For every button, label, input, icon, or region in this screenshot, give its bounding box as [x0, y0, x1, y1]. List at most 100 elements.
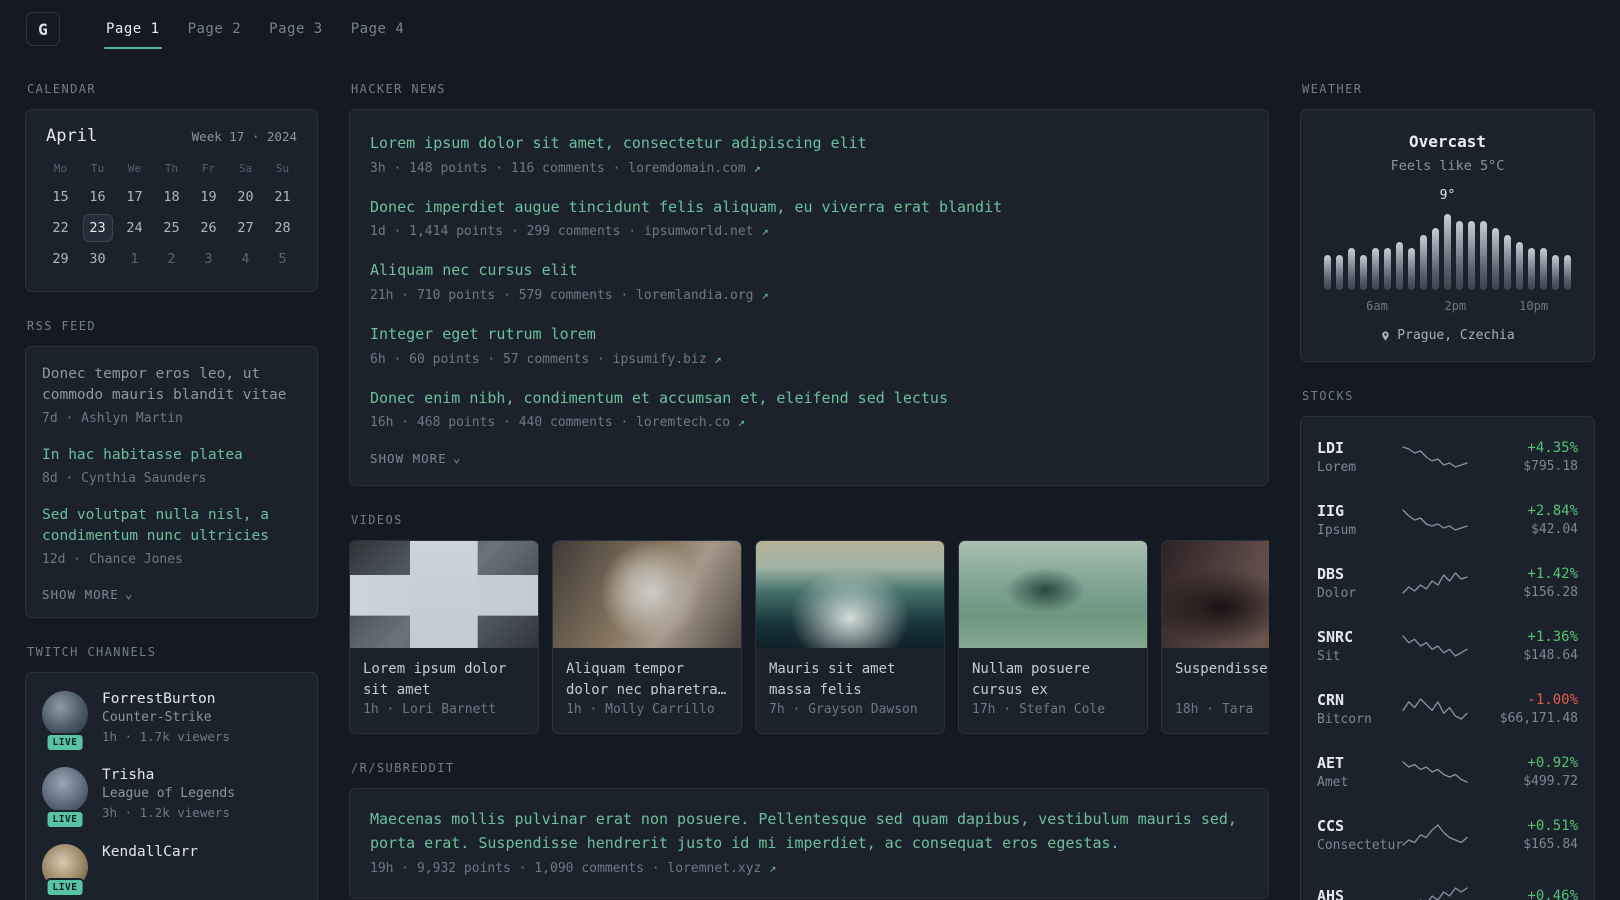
stock-row[interactable]: CRN Bitcorn -1.00% $66,171.48 — [1317, 677, 1578, 740]
subreddit-post-source-link[interactable]: loremnet.xyz ↗ — [667, 861, 776, 876]
stock-row[interactable]: AET Amet +0.92% $499.72 — [1317, 740, 1578, 803]
weather-bar — [1540, 248, 1547, 290]
rss-item-title[interactable]: Sed volutpat nulla nisl, a condimentum n… — [42, 505, 301, 547]
calendar-day: 5 — [278, 251, 287, 267]
video-title[interactable]: Nullam posuere cursus ex — [959, 648, 1147, 695]
subreddit-section: /R/SUBREDDIT Maecenas mollis pulvinar er… — [349, 761, 1269, 899]
video-thumbnail[interactable] — [350, 541, 538, 649]
rss-show-more-button[interactable]: SHOW MORE ⌄ — [42, 587, 301, 602]
stock-row[interactable]: AHS +0.46% — [1317, 866, 1578, 900]
calendar-day: 30 — [89, 251, 106, 267]
stock-row[interactable]: DBS Dolor +1.42% $156.28 — [1317, 551, 1578, 614]
hn-story-meta: 3h · 148 points · 116 comments · — [370, 160, 629, 176]
stock-sparkline — [1402, 885, 1468, 900]
video-title[interactable]: Suspendisse diam — [1162, 648, 1269, 695]
twitch-channel[interactable]: LIVE KendallCarr — [42, 843, 301, 897]
hn-story-title[interactable]: Donec imperdiet augue tincidunt felis al… — [370, 196, 1248, 219]
hn-story-title[interactable]: Aliquam nec cursus elit — [370, 259, 1248, 282]
calendar-week-year: Week 17 · 2024 — [191, 129, 297, 144]
stock-row[interactable]: LDI Lorem +4.35% $795.18 — [1317, 425, 1578, 488]
stock-price: $795.18 — [1523, 458, 1578, 474]
video-card[interactable]: Suspendisse diam 18h · Tara — [1161, 540, 1269, 734]
calendar-day: 21 — [274, 189, 291, 205]
hn-story-title[interactable]: Donec enim nibh, condimentum et accumsan… — [370, 387, 1248, 410]
calendar-day: 17 — [126, 189, 143, 205]
tab-page-2[interactable]: Page 2 — [174, 0, 256, 58]
video-card[interactable]: Mauris sit amet massa felis 7h · Grayson… — [755, 540, 945, 734]
app-logo[interactable]: G — [26, 12, 60, 46]
video-thumbnail[interactable] — [553, 541, 741, 649]
rss-item-title[interactable]: Donec tempor eros leo, ut commodo mauris… — [42, 364, 301, 406]
source-domain: loremlandia.org — [636, 287, 754, 303]
twitch-section: TWITCH CHANNELS LIVE ForrestBurton Count… — [25, 645, 318, 900]
hn-story-title[interactable]: Lorem ipsum dolor sit amet, consectetur … — [370, 132, 1248, 155]
stock-change: +1.36% — [1527, 628, 1578, 645]
hn-story-title[interactable]: Integer eget rutrum lorem — [370, 323, 1248, 346]
videos-section: VIDEOS Lorem ipsum dolor sit amet consec… — [349, 513, 1269, 734]
calendar-day: 20 — [237, 189, 254, 205]
stock-row[interactable]: CCS Consectetur +0.51% $165.84 — [1317, 803, 1578, 866]
weather-bar — [1408, 248, 1415, 290]
twitch-channel-name[interactable]: KendallCarr — [102, 844, 198, 860]
hn-story: Donec enim nibh, condimentum et accumsan… — [370, 378, 1248, 442]
video-card[interactable]: Lorem ipsum dolor sit amet consectetu… 1… — [349, 540, 539, 734]
hn-story-source-link[interactable]: loremlandia.org ↗ — [636, 288, 768, 303]
calendar-day: 27 — [237, 220, 254, 236]
tab-page-4[interactable]: Page 4 — [337, 0, 419, 58]
tab-page-1[interactable]: Page 1 — [92, 0, 174, 58]
show-more-label: SHOW MORE — [370, 451, 447, 467]
hn-story-source-link[interactable]: loremtech.co ↗ — [636, 415, 745, 430]
weather-bar — [1348, 248, 1355, 290]
video-thumbnail[interactable] — [756, 541, 944, 649]
hackernews-show-more-button[interactable]: SHOW MORE ⌄ — [370, 441, 1248, 472]
tab-page-3[interactable]: Page 3 — [255, 0, 337, 58]
stock-name: Ipsum — [1317, 522, 1357, 538]
hn-story-meta: 6h · 60 points · 57 comments · — [370, 351, 613, 367]
stock-values: +1.36% $148.64 — [1482, 629, 1578, 663]
twitch-channel-name[interactable]: ForrestBurton — [102, 691, 230, 707]
calendar-day-selected: 23 — [82, 214, 113, 242]
video-title[interactable]: Aliquam tempor dolor nec pharetra… — [553, 648, 741, 695]
stock-row[interactable]: IIG Ipsum +2.84% $42.04 — [1317, 488, 1578, 551]
rss-item: Sed volutpat nulla nisl, a condimentum n… — [42, 505, 301, 569]
weather-bar — [1480, 221, 1487, 290]
stock-row[interactable]: SNRC Sit +1.36% $148.64 — [1317, 614, 1578, 677]
twitch-channel-name[interactable]: Trisha — [102, 767, 235, 783]
twitch-channel[interactable]: LIVE ForrestBurton Counter-Strike 1h · 1… — [42, 690, 301, 753]
source-domain: loremnet.xyz — [667, 860, 762, 876]
video-card[interactable]: Nullam posuere cursus ex 17h · Stefan Co… — [958, 540, 1148, 734]
rss-item-meta: 8d · Cynthia Saunders — [42, 471, 207, 487]
calendar-day: 15 — [52, 189, 69, 205]
dashboard-content: CALENDAR April Week 17 · 2024 Mo Tu We T… — [0, 58, 1620, 900]
subreddit-post-title[interactable]: Maecenas mollis pulvinar erat non posuer… — [370, 807, 1248, 855]
weather-condition: Overcast — [1408, 132, 1487, 151]
stock-change: +2.84% — [1527, 502, 1578, 519]
stocks-widget: LDI Lorem +4.35% $795.18 IIG Ipsum +2.84… — [1300, 416, 1595, 900]
stock-values: +0.46% — [1482, 888, 1578, 900]
video-title[interactable]: Lorem ipsum dolor sit amet consectetu… — [350, 648, 538, 695]
video-thumbnail[interactable] — [1162, 541, 1269, 649]
weather-time-label: 2pm — [1444, 299, 1467, 313]
calendar-day: 4 — [241, 251, 250, 267]
weather-bar — [1324, 255, 1331, 290]
calendar-day: 18 — [163, 189, 180, 205]
rss-item: Donec tempor eros leo, ut commodo mauris… — [42, 364, 301, 428]
hn-story-source-link[interactable]: loremdomain.com ↗ — [628, 161, 760, 176]
rss-item: In hac habitasse platea 8d · Cynthia Sau… — [42, 445, 301, 488]
calendar-day: 29 — [52, 251, 69, 267]
hn-story-source-link[interactable]: ipsumworld.net ↗ — [644, 224, 769, 239]
subreddit-post: Maecenas mollis pulvinar erat non posuer… — [370, 807, 1248, 878]
stock-sparkline — [1402, 759, 1468, 785]
calendar-widget: April Week 17 · 2024 Mo Tu We Th Fr Sa S… — [25, 109, 318, 292]
hn-story-source-link[interactable]: ipsumify.biz ↗ — [613, 352, 722, 367]
video-title[interactable]: Mauris sit amet massa felis — [756, 648, 944, 695]
video-thumbnail[interactable] — [959, 541, 1147, 649]
rss-item-title[interactable]: In hac habitasse platea — [42, 445, 301, 466]
calendar-day-grid: 15 16 17 18 19 20 21 22 23 24 25 26 27 2… — [42, 183, 301, 273]
subreddit-post-meta: 19h · 9,932 points · 1,090 comments · — [370, 860, 668, 876]
hackernews-widget: Lorem ipsum dolor sit amet, consectetur … — [349, 109, 1269, 487]
twitch-channel[interactable]: LIVE Trisha League of Legends 3h · 1.2k … — [42, 767, 301, 829]
chevron-down-icon: ⌄ — [124, 586, 134, 602]
video-card[interactable]: Aliquam tempor dolor nec pharetra… 1h · … — [552, 540, 742, 734]
video-meta: 1h · Lori Barnett — [363, 702, 497, 718]
